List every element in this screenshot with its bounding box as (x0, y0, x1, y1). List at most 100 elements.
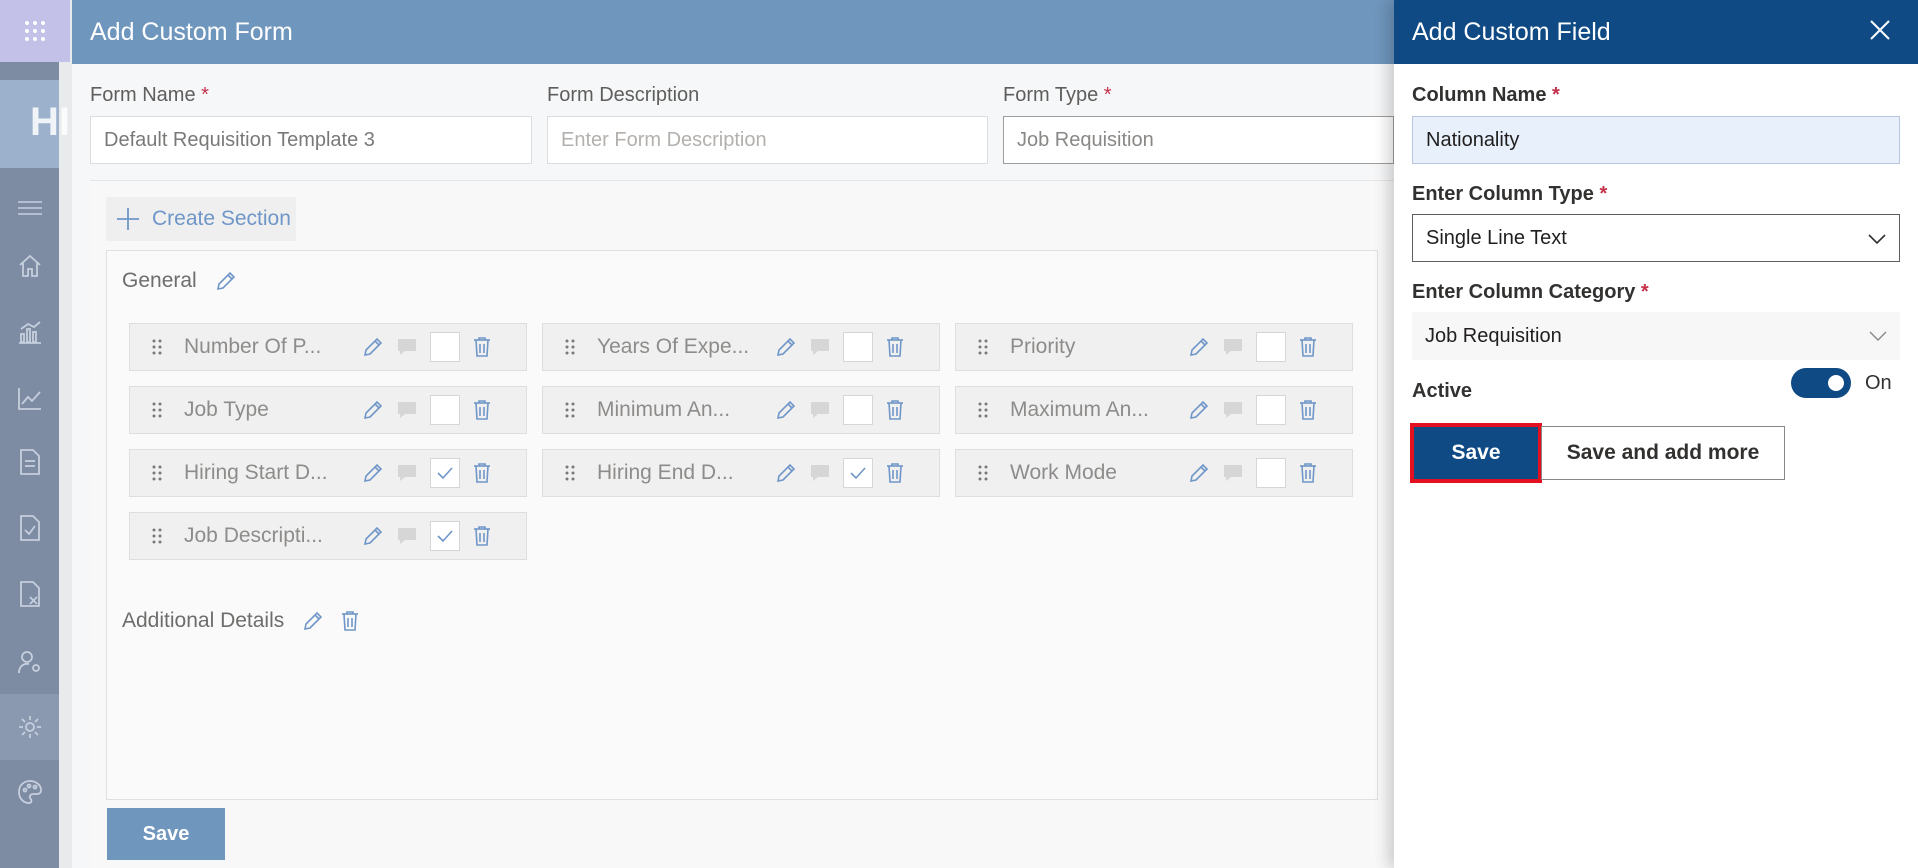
column-name-input[interactable]: Nationality (1412, 116, 1900, 164)
comment-button[interactable] (396, 337, 418, 357)
drag-handle[interactable] (543, 339, 597, 355)
drag-handle[interactable] (956, 402, 1010, 418)
drag-handle-icon (152, 465, 162, 481)
delete-field-button[interactable] (1298, 399, 1318, 421)
edit-field-button[interactable] (1188, 336, 1210, 358)
form-description-input[interactable]: Enter Form Description (547, 116, 988, 164)
field-card[interactable]: Hiring End D... (542, 449, 940, 497)
document-check-icon[interactable] (14, 512, 46, 544)
required-checkbox[interactable] (1256, 458, 1286, 488)
edit-field-button[interactable] (775, 462, 797, 484)
delete-field-button[interactable] (1298, 336, 1318, 358)
comment-button[interactable] (396, 526, 418, 546)
drag-handle-icon (565, 402, 575, 418)
trash-icon (474, 463, 490, 483)
delete-field-button[interactable] (472, 462, 492, 484)
drag-handle[interactable] (543, 465, 597, 481)
drag-handle[interactable] (956, 339, 1010, 355)
comment-button[interactable] (1222, 400, 1244, 420)
bar-chart-icon[interactable] (14, 316, 46, 348)
comment-icon (398, 402, 416, 418)
trash-icon (887, 337, 903, 357)
delete-field-button[interactable] (472, 525, 492, 547)
drag-handle[interactable] (956, 465, 1010, 481)
toggle-knob (1828, 375, 1844, 391)
trash-icon (474, 400, 490, 420)
delete-field-button[interactable] (1298, 462, 1318, 484)
active-toggle[interactable] (1791, 368, 1851, 398)
delete-field-button[interactable] (885, 336, 905, 358)
field-card[interactable]: Years Of Expe... (542, 323, 940, 371)
required-checkbox[interactable] (843, 395, 873, 425)
required-checkbox[interactable] (1256, 395, 1286, 425)
drag-handle-icon (152, 402, 162, 418)
delete-field-button[interactable] (472, 336, 492, 358)
palette-icon[interactable] (14, 776, 46, 808)
create-section-button[interactable]: Create Section (106, 197, 296, 241)
field-card[interactable]: Hiring Start D... (129, 449, 527, 497)
form-name-input[interactable]: Default Requisition Template 3 (90, 116, 532, 164)
save-and-add-more-button[interactable]: Save and add more (1541, 426, 1785, 480)
comment-button[interactable] (1222, 337, 1244, 357)
field-card[interactable]: Number Of P... (129, 323, 527, 371)
drag-handle[interactable] (543, 402, 597, 418)
gear-icon[interactable] (0, 694, 59, 760)
form-save-button[interactable]: Save (107, 808, 225, 860)
delete-field-button[interactable] (472, 399, 492, 421)
drag-handle[interactable] (130, 528, 184, 544)
field-card[interactable]: Priority (955, 323, 1353, 371)
field-card[interactable]: Job Descripti... (129, 512, 527, 560)
column-type-select[interactable]: Single Line Text (1412, 214, 1900, 262)
required-checkbox[interactable] (843, 458, 873, 488)
trash-icon (1300, 337, 1316, 357)
required-checkbox[interactable] (843, 332, 873, 362)
required-checkbox[interactable] (1256, 332, 1286, 362)
comment-button[interactable] (809, 337, 831, 357)
edit-field-button[interactable] (362, 462, 384, 484)
edit-field-button[interactable] (362, 525, 384, 547)
column-category-select[interactable]: Job Requisition (1412, 312, 1900, 360)
field-name: Number Of P... (184, 335, 322, 358)
delete-field-button[interactable] (885, 462, 905, 484)
delete-field-button[interactable] (885, 399, 905, 421)
edit-field-button[interactable] (362, 336, 384, 358)
form-title: Add Custom Form (90, 17, 293, 46)
section-title-general: General (122, 269, 237, 293)
app-launcher-button[interactable] (0, 0, 70, 62)
document-icon[interactable] (14, 446, 46, 478)
required-checkbox[interactable] (430, 521, 460, 551)
edit-field-button[interactable] (1188, 462, 1210, 484)
drag-handle[interactable] (130, 339, 184, 355)
user-settings-icon[interactable] (14, 646, 46, 678)
edit-field-button[interactable] (775, 399, 797, 421)
edit-field-button[interactable] (362, 399, 384, 421)
edit-section-button[interactable] (215, 270, 237, 292)
field-save-button[interactable]: Save (1410, 423, 1542, 483)
form-type-input[interactable]: Job Requisition (1003, 116, 1394, 164)
field-name: Work Mode (1010, 461, 1117, 484)
edit-field-button[interactable] (1188, 399, 1210, 421)
comment-button[interactable] (809, 463, 831, 483)
comment-button[interactable] (396, 463, 418, 483)
document-x-icon[interactable] (14, 578, 46, 610)
drag-handle[interactable] (130, 402, 184, 418)
required-checkbox[interactable] (430, 458, 460, 488)
home-icon[interactable] (14, 250, 46, 282)
edit-field-button[interactable] (775, 336, 797, 358)
comment-button[interactable] (396, 400, 418, 420)
line-chart-icon[interactable] (14, 382, 46, 414)
edit-section-button[interactable] (302, 610, 324, 632)
field-name: Job Type (184, 398, 269, 421)
comment-button[interactable] (1222, 463, 1244, 483)
menu-icon[interactable] (14, 192, 46, 224)
required-checkbox[interactable] (430, 332, 460, 362)
field-card[interactable]: Job Type (129, 386, 527, 434)
close-button[interactable] (1868, 18, 1892, 42)
field-card[interactable]: Minimum An... (542, 386, 940, 434)
comment-button[interactable] (809, 400, 831, 420)
field-card[interactable]: Maximum An... (955, 386, 1353, 434)
required-checkbox[interactable] (430, 395, 460, 425)
delete-section-button[interactable] (340, 610, 360, 632)
field-card[interactable]: Work Mode (955, 449, 1353, 497)
drag-handle[interactable] (130, 465, 184, 481)
